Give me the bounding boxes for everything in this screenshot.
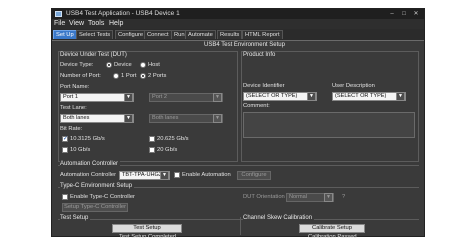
dut-title: Device Under Test (DUT) [60, 52, 127, 58]
device-type-device-radio[interactable] [106, 62, 112, 68]
chevron-down-icon: ▼ [124, 114, 133, 123]
device-type-device-label: Device [114, 62, 132, 68]
automation-controller-label: Automation Controller [60, 172, 117, 178]
app-window: USB4 Test Application - USB4 Device 1 – … [51, 8, 425, 240]
bit-rate-20-625-checkbox[interactable] [149, 136, 155, 142]
configure-button: Configure [237, 171, 271, 180]
env-setup-title: USB4 Test Environment Setup [204, 42, 285, 48]
setup-typec-button: Setup Type-C Controller [62, 203, 128, 212]
chevron-down-icon: ▼ [324, 193, 333, 202]
lane2-value: Both lanes [152, 115, 179, 121]
one-port-label: 1 Port [121, 73, 137, 79]
maximize-icon[interactable]: □ [398, 10, 410, 18]
divider [58, 219, 419, 220]
chevron-down-icon: ▼ [213, 114, 222, 123]
device-type-host-radio[interactable] [140, 62, 146, 68]
skew-title: Channel Skew Calibration [243, 215, 315, 221]
user-description-select[interactable]: (SELECT OR TYPE) ▼ [332, 92, 406, 101]
automation-controller-select[interactable]: TBT-TPA-UHG2 ▼ [119, 171, 170, 180]
test-lane-label: Test Lane: [60, 105, 87, 111]
comment-label: Comment: [243, 103, 270, 109]
tab-automate[interactable]: Automate [185, 30, 216, 39]
dut-orientation-value: Normal [289, 194, 308, 200]
enable-automation-checkbox[interactable] [174, 172, 180, 178]
bit-rate-20-checkbox[interactable] [149, 147, 155, 153]
user-description-value: (SELECT OR TYPE) [335, 93, 387, 99]
tab-html-report[interactable]: HTML Report [242, 30, 283, 39]
title-bar: USB4 Test Application - USB4 Device 1 – … [52, 9, 424, 19]
device-identifier-label: Device Identifier [243, 83, 285, 89]
bit-rate-10-label: 10 Gb/s [70, 147, 91, 153]
two-ports-radio[interactable] [140, 73, 146, 79]
test-setup-title: Test Setup [60, 215, 91, 221]
typec-title: Type-C Environment Setup [60, 183, 135, 189]
port2-select: Port 2 ▼ [149, 93, 223, 102]
device-identifier-select[interactable]: (SELECT OR TYPE) ▼ [243, 92, 317, 101]
port1-select[interactable]: Port 1 ▼ [60, 93, 134, 102]
help-icon[interactable]: ? [342, 194, 345, 200]
app-icon [55, 11, 62, 17]
menu-help[interactable]: Help [109, 20, 123, 27]
tab-set-up[interactable]: Set Up [53, 30, 77, 39]
comment-field[interactable] [243, 112, 415, 138]
automation-title: Automation Controller [60, 161, 121, 167]
calibrate-setup-button[interactable]: Calibrate Setup [299, 224, 365, 233]
setup-panel: USB4 Test Environment Setup Device Under… [54, 41, 422, 240]
tab-results[interactable]: Results [217, 30, 243, 39]
test-setup-button[interactable]: Test Setup [112, 224, 182, 233]
menu-file[interactable]: File [54, 20, 65, 27]
divider [240, 217, 241, 235]
dut-orientation-label: DUT Orientation [243, 194, 285, 200]
lane1-value: Both lanes [63, 115, 90, 121]
lane1-select[interactable]: Both lanes ▼ [60, 114, 134, 123]
minimize-icon[interactable]: – [386, 10, 398, 18]
tab-configure[interactable]: Configure [115, 30, 147, 39]
device-identifier-value: (SELECT OR TYPE) [246, 93, 298, 99]
window-title: USB4 Test Application - USB4 Device 1 [66, 10, 180, 17]
menu-view[interactable]: View [69, 20, 84, 27]
user-description-label: User Description [332, 83, 375, 89]
num-ports-label: Number of Port: [60, 73, 101, 79]
bit-rate-10-3125-label: 10.3125 Gb/s [70, 136, 105, 142]
enable-typec-checkbox[interactable] [62, 194, 68, 200]
tab-select-tests[interactable]: Select Tests [76, 30, 114, 39]
tab-bar: Set Up Select Tests Configure Connect Ru… [52, 29, 424, 41]
bit-rate-20-625-label: 20.625 Gb/s [157, 136, 189, 142]
bit-rate-10-3125-checkbox[interactable]: ✓ [62, 136, 68, 142]
lane2-select: Both lanes ▼ [149, 114, 223, 123]
menu-tools[interactable]: Tools [88, 20, 104, 27]
product-info-title: Product Info [243, 52, 276, 58]
test-setup-status: Test Setup Completed [119, 234, 177, 240]
device-type-label: Device Type: [60, 62, 94, 68]
enable-automation-label: Enable Automation [182, 172, 231, 178]
bit-rate-10-checkbox[interactable] [62, 147, 68, 153]
one-port-radio[interactable] [113, 73, 119, 79]
device-type-host-label: Host [148, 62, 160, 68]
two-ports-label: 2 Ports [148, 73, 167, 79]
port1-value: Port 1 [63, 94, 78, 100]
close-icon[interactable]: ✕ [410, 10, 422, 18]
chevron-down-icon: ▼ [124, 93, 133, 102]
chevron-down-icon: ▼ [213, 93, 222, 102]
calibration-status: Calibration Passed [308, 234, 357, 240]
bit-rate-20-label: 20 Gb/s [157, 147, 178, 153]
port2-value: Port 2 [152, 94, 167, 100]
enable-typec-label: Enable Type-C Controller [70, 194, 135, 200]
chevron-down-icon: ▼ [396, 92, 405, 101]
bit-rate-label: Bit Rate: [60, 126, 83, 132]
port-name-label: Port Name: [60, 84, 90, 90]
chevron-down-icon: ▼ [160, 171, 169, 180]
menu-bar: File View Tools Help [52, 19, 424, 29]
tab-connect[interactable]: Connect [144, 30, 172, 39]
automation-controller-value: TBT-TPA-UHG2 [122, 172, 162, 178]
chevron-down-icon: ▼ [307, 92, 316, 101]
dut-orientation-select: Normal ▼ [286, 193, 334, 202]
